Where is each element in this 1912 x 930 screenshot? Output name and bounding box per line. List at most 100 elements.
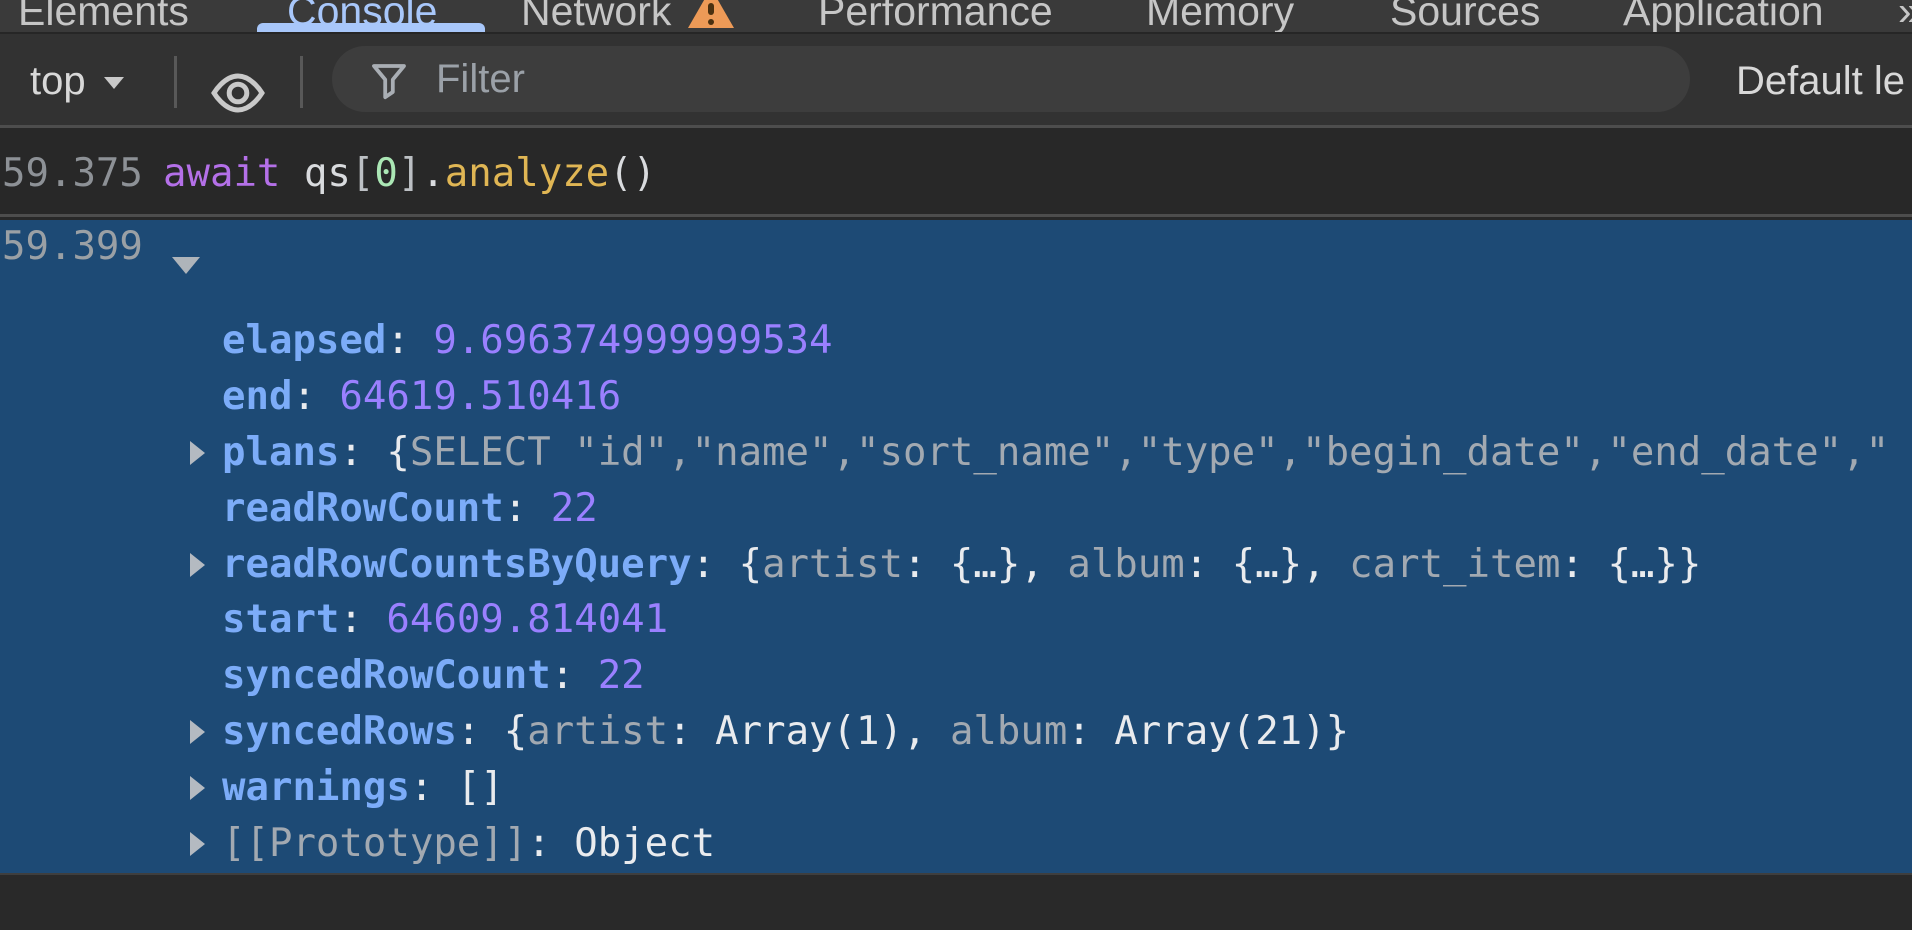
property-colon: : — [386, 318, 433, 363]
text-segment: . — [421, 151, 444, 196]
text-segment: { — [504, 709, 527, 754]
live-expression-eye-icon[interactable] — [206, 69, 270, 122]
toolbar-divider — [174, 56, 177, 108]
text-segment: , — [903, 709, 950, 754]
console-toolbar: top Default le — [0, 34, 1912, 128]
triangle-right-expander-icon[interactable] — [190, 720, 205, 744]
property-row-Prototype[interactable]: [[Prototype]]: Object — [0, 816, 1912, 872]
triangle-right-expander-icon[interactable] — [190, 832, 205, 856]
text-segment: artist — [762, 542, 903, 587]
text-segment: , — [1302, 542, 1349, 587]
toolbar-divider — [300, 56, 303, 108]
text-segment: : — [903, 542, 950, 587]
property-colon: : — [692, 542, 739, 587]
property-value: {artist: {…}, album: {…}, cart_item: {…}… — [739, 542, 1702, 587]
text-segment: { — [386, 430, 409, 475]
command-timestamp: 59.375 — [2, 131, 143, 217]
tab-elements[interactable]: Elements — [18, 0, 189, 34]
triangle-right-expander-icon[interactable] — [190, 776, 205, 800]
property-key: elapsed — [222, 318, 386, 363]
text-segment: album — [1067, 542, 1184, 587]
property-row-syncedRows[interactable]: syncedRows: {artist: Array(1), album: Ar… — [0, 704, 1912, 760]
text-segment: () — [609, 151, 656, 196]
object-property-tree: elapsed: 9.696374999999534end: 64619.510… — [0, 313, 1912, 872]
object-preview-line-2: 16, …}i — [215, 269, 1912, 314]
triangle-down-expander-icon[interactable] — [172, 257, 200, 274]
console-result-message[interactable]: 59.399 {warnings: Array(0), syncedRows: … — [0, 220, 1912, 873]
property-colon: : — [527, 821, 574, 866]
text-segment: qs — [304, 151, 351, 196]
property-value: Object — [574, 821, 715, 866]
tab-network[interactable]: Network — [521, 0, 671, 34]
console-command-message: 59.375 await qs[0].analyze() — [0, 131, 1912, 217]
text-segment: , — [1020, 542, 1067, 587]
property-key: warnings — [222, 765, 410, 810]
tab-performance[interactable]: Performance — [818, 0, 1053, 34]
text-segment: album — [950, 709, 1067, 754]
property-key: readRowCountsByQuery — [222, 542, 692, 587]
text-segment: 22 — [551, 486, 598, 531]
property-value: 64619.510416 — [339, 374, 621, 419]
property-colon: : — [339, 430, 386, 475]
text-segment: SELECT "id","name","sort_name","type","b… — [410, 430, 1889, 475]
property-row-plans[interactable]: plans: {SELECT "id","name","sort_name","… — [0, 425, 1912, 481]
devtools-window: { "colors": { "accent_blue": "#a8c7fa", … — [0, 0, 1912, 930]
text-segment: Array(1) — [715, 709, 903, 754]
warning-exclamation-dot — [708, 19, 714, 25]
log-levels-dropdown[interactable]: Default le — [1736, 34, 1905, 128]
triangle-right-expander-icon[interactable] — [190, 553, 205, 577]
property-value: {artist: Array(1), album: Array(21)} — [504, 709, 1349, 754]
property-row-end[interactable]: end: 64619.510416 — [0, 369, 1912, 425]
text-segment: 9.696374999999534 — [433, 318, 832, 363]
property-colon: : — [457, 709, 504, 754]
property-key: plans — [222, 430, 339, 475]
text-segment: cart_item — [1349, 542, 1560, 587]
text-segment: {…} — [950, 542, 1020, 587]
chevron-down-icon[interactable] — [104, 77, 124, 89]
text-segment: 64619.510416 — [339, 374, 621, 419]
property-row-warnings[interactable]: warnings: [] — [0, 760, 1912, 816]
text-segment: : — [1067, 709, 1114, 754]
text-segment: 22 — [598, 653, 645, 698]
active-tab-indicator — [257, 23, 485, 32]
triangle-right-expander-icon[interactable] — [190, 441, 205, 465]
property-key: syncedRows — [222, 709, 457, 754]
text-segment: : — [1185, 542, 1232, 587]
console-prompt-area[interactable] — [0, 873, 1912, 930]
text-segment: {…} — [1232, 542, 1302, 587]
filter-input[interactable] — [436, 46, 1636, 112]
tab-sources[interactable]: Sources — [1390, 0, 1540, 34]
property-row-elapsed[interactable]: elapsed: 9.696374999999534 — [0, 313, 1912, 369]
property-key: syncedRowCount — [222, 653, 551, 698]
text-segment: : — [1560, 542, 1607, 587]
filter-funnel-icon — [368, 59, 410, 106]
tab-memory[interactable]: Memory — [1146, 0, 1294, 34]
filter-field[interactable] — [332, 46, 1690, 112]
property-value: 22 — [551, 486, 598, 531]
text-segment: 64609.814041 — [386, 597, 668, 642]
object-preview-line-1: {warnings: Array(0), syncedRows: {…}, sy… — [215, 224, 1912, 269]
text-segment: {…}} — [1607, 542, 1701, 587]
network-warning-icon — [688, 0, 734, 28]
property-key: start — [222, 597, 339, 642]
more-tabs-chevron-icon[interactable]: » — [1898, 0, 1912, 34]
property-colon: : — [339, 597, 386, 642]
property-row-readRowCount[interactable]: readRowCount: 22 — [0, 481, 1912, 537]
text-segment: 0 — [374, 151, 397, 196]
property-row-syncedRowCount[interactable]: syncedRowCount: 22 — [0, 648, 1912, 704]
property-value: {SELECT "id","name","sort_name","type","… — [386, 430, 1889, 475]
warning-exclamation-mark — [708, 3, 714, 15]
text-segment: ] — [398, 151, 421, 196]
property-row-start[interactable]: start: 64609.814041 — [0, 592, 1912, 648]
property-colon: : — [504, 486, 551, 531]
property-value: 9.696374999999534 — [433, 318, 832, 363]
text-segment: [] — [457, 765, 504, 810]
tab-application[interactable]: Application — [1623, 0, 1824, 34]
text-segment: Object — [574, 821, 715, 866]
property-colon: : — [551, 653, 598, 698]
command-code: await qs[0].analyze() — [163, 131, 656, 217]
property-value: [] — [457, 765, 504, 810]
execution-context-selector[interactable]: top — [30, 34, 86, 128]
text-segment: : — [668, 709, 715, 754]
property-row-readRowCountsByQuery[interactable]: readRowCountsByQuery: {artist: {…}, albu… — [0, 537, 1912, 593]
